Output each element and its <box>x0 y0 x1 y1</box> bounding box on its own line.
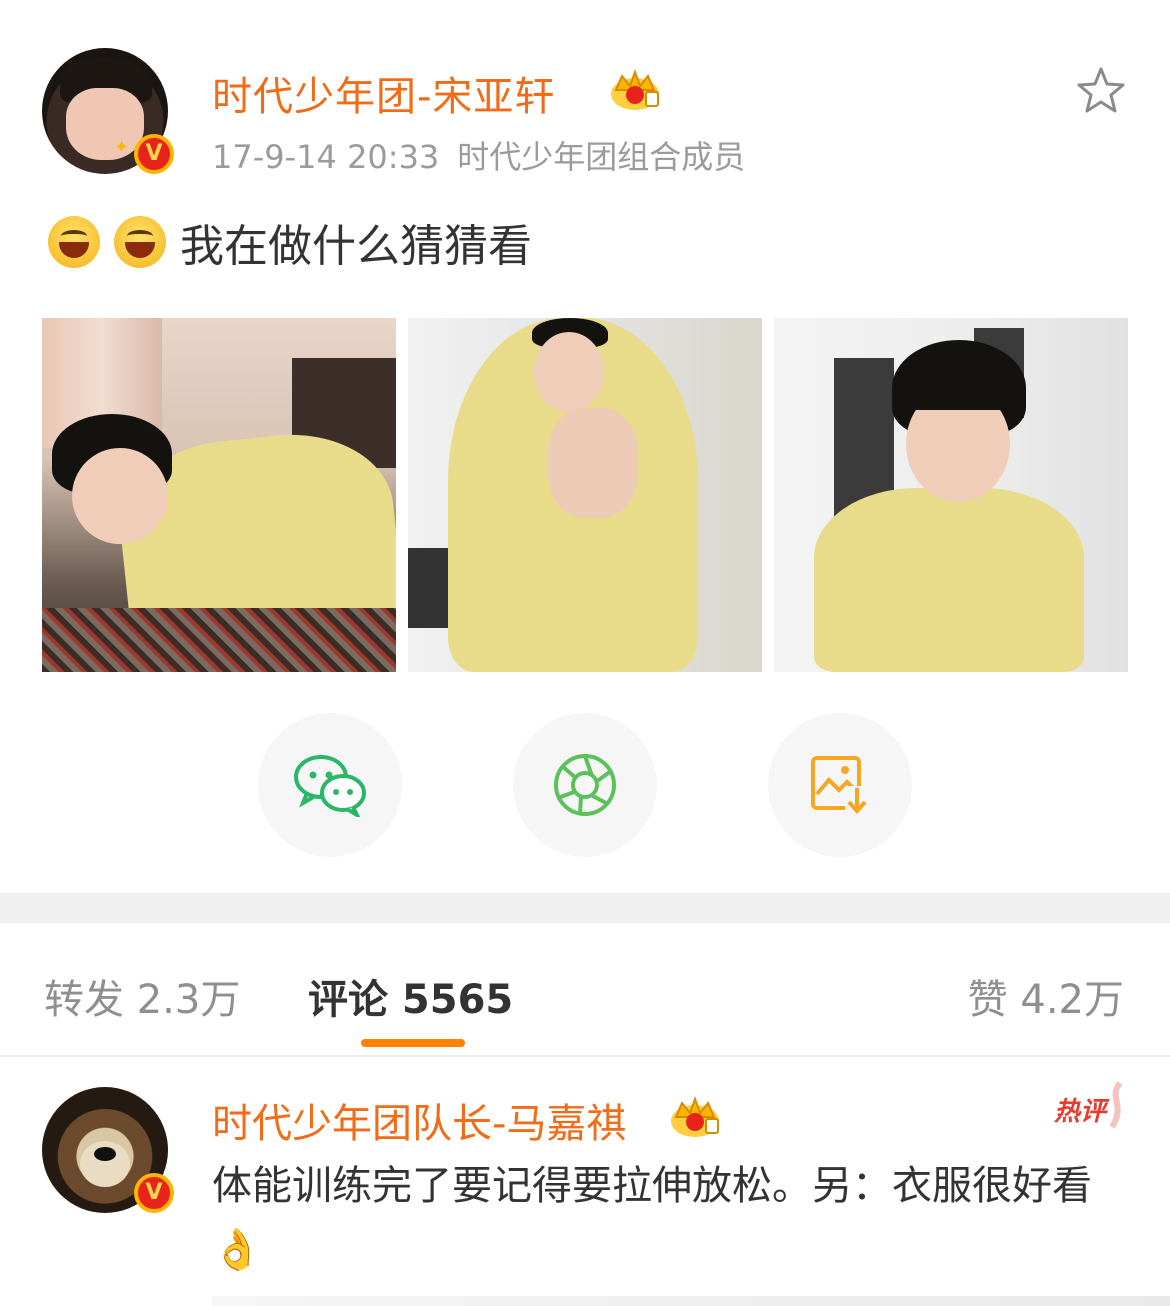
face <box>534 332 604 412</box>
tab-comments[interactable]: 评论 5565 <box>308 967 513 1025</box>
photo-2[interactable] <box>408 318 762 672</box>
post-timestamp: 17-9-14 20:33 <box>212 138 440 176</box>
author-avatar[interactable]: ✦ V <box>42 48 174 174</box>
hoodie <box>814 488 1084 672</box>
photo-grid <box>42 318 1128 672</box>
author-name[interactable]: 时代少年团-宋亚轩 <box>212 64 555 122</box>
interaction-tabs: 转发 2.3万 评论 5565 赞 4.2万 <box>0 923 1170 1057</box>
sparkle-icon: ✦ <box>114 137 130 158</box>
ok-hand-emoji-icon: 👌 <box>212 1227 262 1273</box>
share-moments-button[interactable] <box>513 713 657 857</box>
furniture <box>408 548 448 628</box>
section-divider <box>0 893 1170 923</box>
verified-badge-icon: V <box>134 1173 174 1213</box>
hot-comment-label: 热评 <box>1054 1097 1107 1127</box>
moments-icon <box>554 754 616 816</box>
more-comments-fade <box>212 1296 1170 1306</box>
save-image-button[interactable] <box>768 713 912 857</box>
avatar-face <box>66 88 144 160</box>
post-content: 我在做什么猜猜看 <box>48 210 532 274</box>
fringe <box>898 362 1020 410</box>
photo-3[interactable] <box>774 318 1128 672</box>
post-card: ✦ V 时代少年团-宋亚轩 17-9-14 20:33 时代少年团组合成员 我在做… <box>0 0 1170 893</box>
grin-emoji-icon <box>114 216 166 268</box>
tab-repost[interactable]: 转发 2.3万 <box>44 967 240 1025</box>
save-image-icon <box>811 756 867 815</box>
verified-badge-icon: V <box>134 134 174 174</box>
comment-text: 体能训练完了要记得要拉伸放松。另：衣服很好看 👌 <box>212 1155 1132 1281</box>
wechat-icon <box>294 755 366 817</box>
post-text: 我在做什么猜猜看 <box>180 221 532 272</box>
active-tab-indicator <box>361 1039 465 1047</box>
tab-likes[interactable]: 赞 4.2万 <box>968 967 1124 1025</box>
post-source: 时代少年团组合成员 <box>457 138 746 176</box>
favorite-star-icon[interactable] <box>1074 64 1128 118</box>
share-wechat-button[interactable] <box>258 713 402 857</box>
commenter-avatar[interactable]: V <box>42 1087 174 1213</box>
photo-1[interactable] <box>42 318 396 672</box>
face <box>72 448 168 544</box>
commenter-name[interactable]: 时代少年团队长-马嘉祺 <box>212 1091 626 1149</box>
comment-body: 体能训练完了要记得要拉伸放松。另：衣服很好看 <box>212 1163 1092 1209</box>
grin-emoji-icon <box>48 216 100 268</box>
post-meta: 17-9-14 20:33 时代少年团组合成员 <box>212 132 745 178</box>
rug <box>42 608 396 672</box>
crown-icon <box>671 1096 719 1137</box>
hot-comment-badge: 热评 <box>1050 1081 1130 1131</box>
share-row <box>258 713 912 857</box>
hot-comment: V 时代少年团队长-马嘉祺 热评 体能训练完了要记得要拉伸放松。另：衣服很好看 … <box>0 1057 1170 1306</box>
crown-icon <box>611 69 659 110</box>
hands <box>548 408 638 518</box>
dog-nose <box>94 1147 116 1161</box>
